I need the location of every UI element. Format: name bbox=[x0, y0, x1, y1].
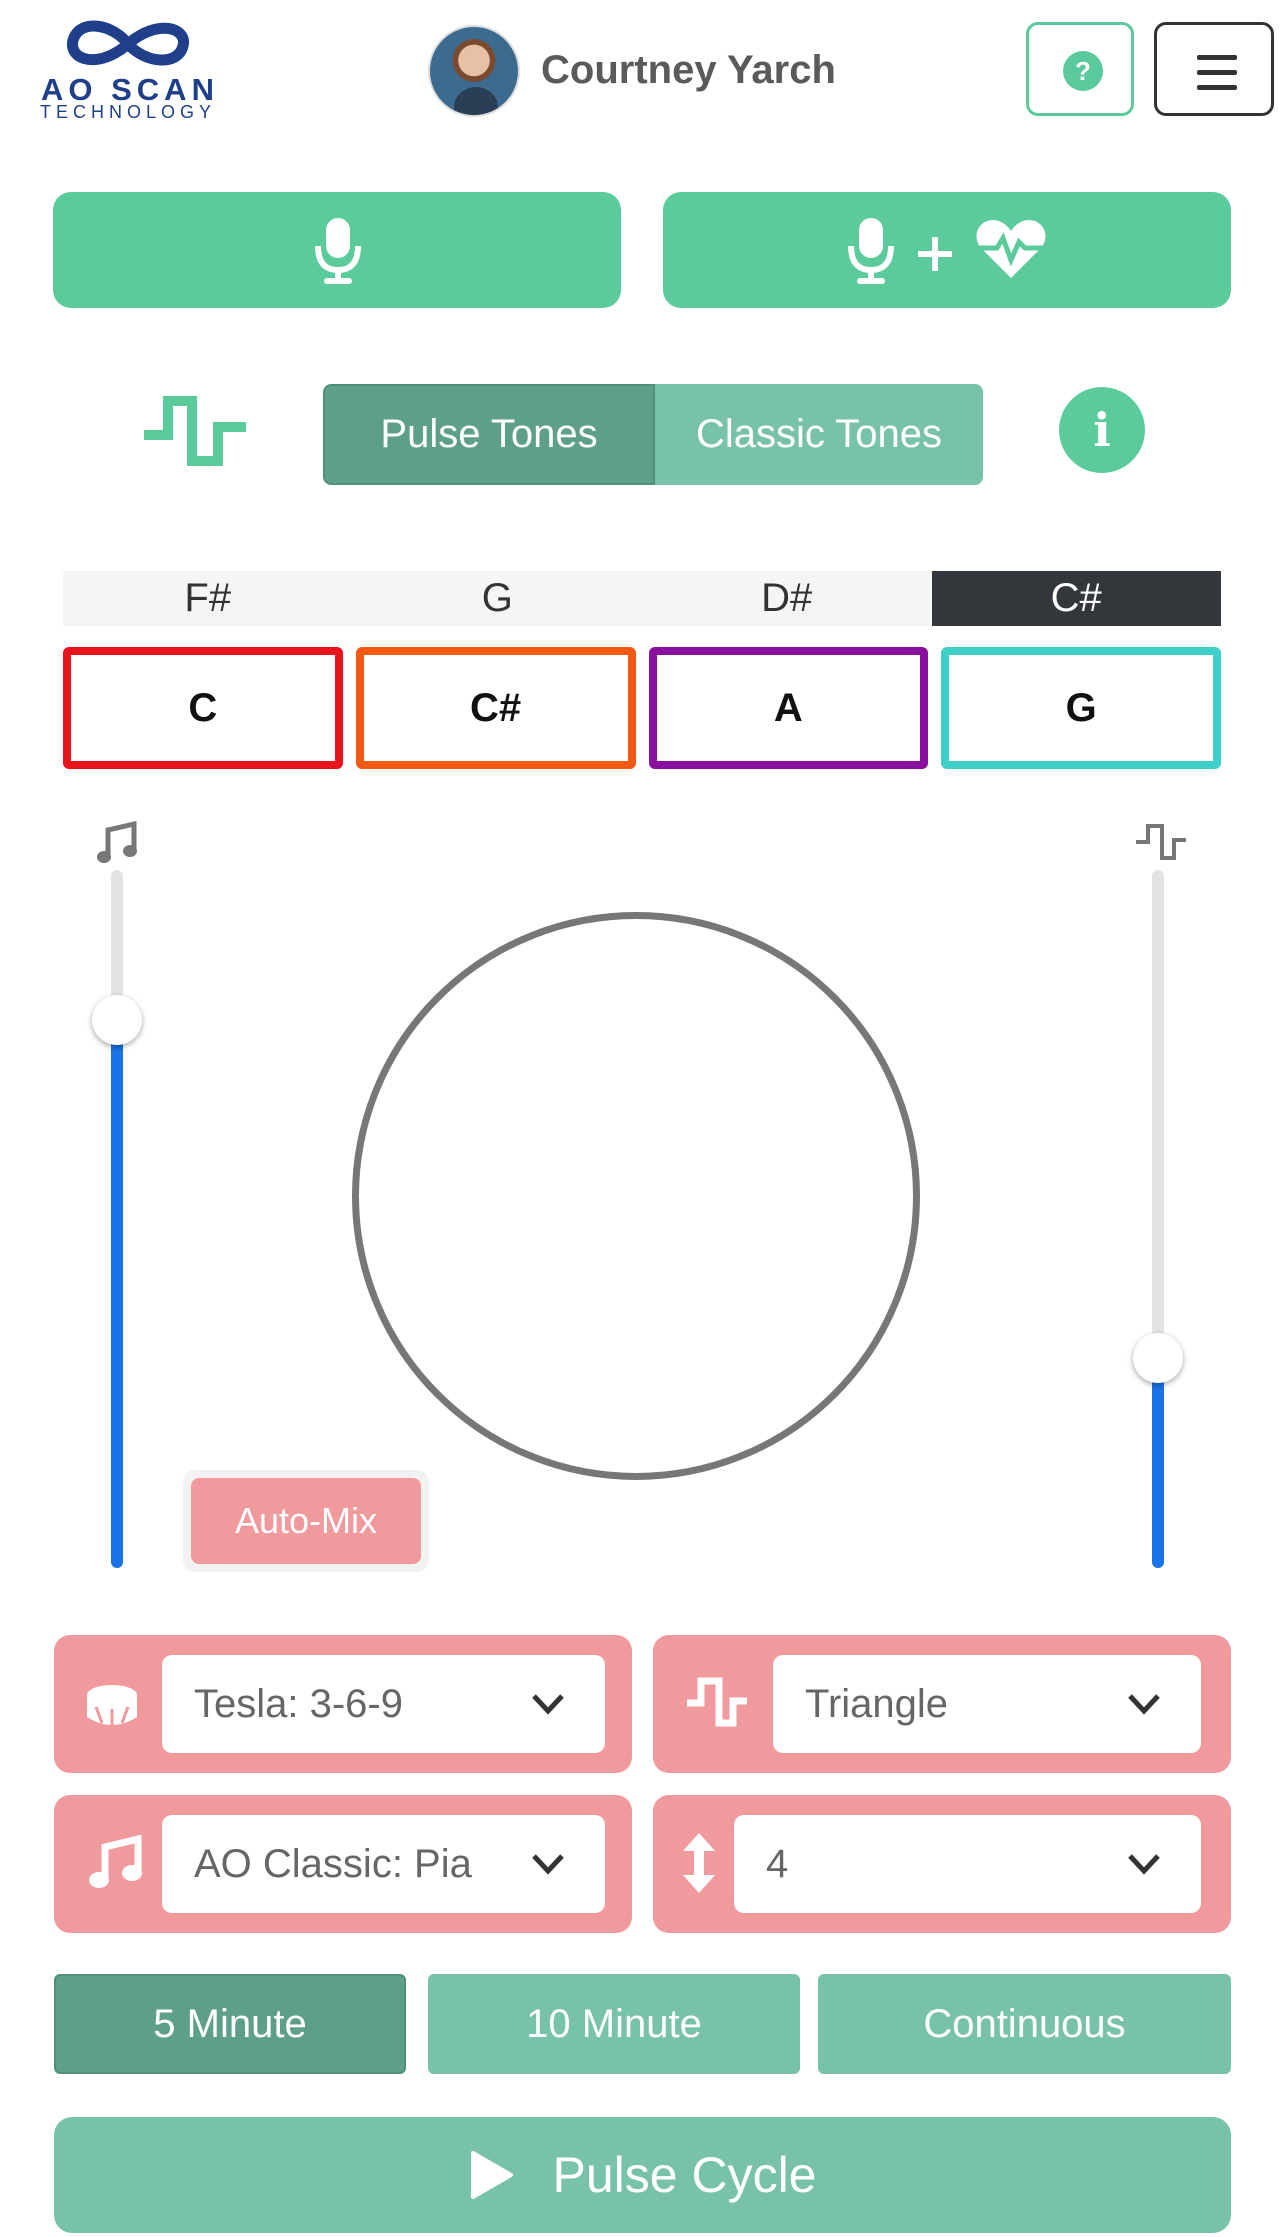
tab-classic-tones[interactable]: Classic Tones bbox=[655, 384, 983, 485]
intensity-dropdown-card: 4 bbox=[653, 1795, 1231, 1933]
pulse-volume-handle[interactable] bbox=[1133, 1333, 1183, 1383]
avatar[interactable] bbox=[428, 25, 520, 117]
key-box-g[interactable]: G bbox=[941, 647, 1221, 769]
tone-mode-toggle: Pulse Tones Classic Tones bbox=[323, 384, 983, 485]
duration-10-minute-button[interactable]: 10 Minute bbox=[428, 1974, 800, 2074]
key-header[interactable]: F# bbox=[63, 571, 353, 626]
rhythm-select-value: Tesla: 3-6-9 bbox=[194, 1682, 403, 1726]
square-wave-icon bbox=[687, 1677, 747, 1727]
pulse-cycle-button[interactable]: Pulse Cycle bbox=[54, 2117, 1231, 2233]
music-volume-fill bbox=[111, 1020, 123, 1568]
voice-and-heart-record-button[interactable] bbox=[663, 192, 1231, 308]
chevron-down-icon bbox=[1128, 1854, 1160, 1875]
visualizer-circle[interactable] bbox=[352, 912, 920, 1480]
waveform-dropdown-card: Triangle bbox=[653, 1635, 1231, 1773]
key-headers: F# G D# C# bbox=[63, 571, 1221, 626]
logo-subtext: TECHNOLOGY bbox=[40, 102, 217, 122]
intensity-select-value: 4 bbox=[766, 1842, 789, 1886]
key-header-active[interactable]: C# bbox=[931, 571, 1221, 626]
microphone-icon bbox=[315, 218, 361, 284]
chevron-down-icon bbox=[1128, 1694, 1160, 1715]
key-box-c[interactable]: C bbox=[63, 647, 343, 769]
user-name: Courtney Yarch bbox=[541, 48, 836, 92]
music-note-icon bbox=[89, 1835, 142, 1888]
instrument-dropdown-card: AO Classic: Pia bbox=[54, 1795, 632, 1933]
duration-5-minute-button[interactable]: 5 Minute bbox=[54, 1974, 406, 2074]
chevron-down-icon bbox=[532, 1694, 564, 1715]
pulse-cycle-label: Pulse Cycle bbox=[552, 2147, 817, 2203]
question-circle-icon: ? bbox=[1063, 51, 1103, 91]
music-volume-handle[interactable] bbox=[92, 995, 142, 1045]
music-volume-slider[interactable] bbox=[92, 870, 142, 1568]
rhythm-select[interactable]: Tesla: 3-6-9 bbox=[162, 1655, 605, 1753]
heart-pulse-icon bbox=[976, 220, 1046, 278]
infinity-logo-icon bbox=[67, 20, 189, 66]
instrument-select-value: AO Classic: Pia bbox=[194, 1842, 472, 1886]
vertical-arrows-icon bbox=[683, 1833, 715, 1893]
info-icon[interactable]: i bbox=[1059, 387, 1145, 473]
voice-record-button[interactable] bbox=[53, 192, 621, 308]
hamburger-menu-icon bbox=[1197, 55, 1237, 60]
rhythm-dropdown-card: Tesla: 3-6-9 bbox=[54, 1635, 632, 1773]
instrument-select[interactable]: AO Classic: Pia bbox=[162, 1815, 605, 1913]
waveform-select-value: Triangle bbox=[805, 1682, 949, 1726]
duration-continuous-button[interactable]: Continuous bbox=[818, 1974, 1231, 2074]
drum-icon bbox=[87, 1685, 137, 1727]
microphone-icon bbox=[848, 218, 894, 284]
intensity-select[interactable]: 4 bbox=[734, 1815, 1201, 1913]
play-icon bbox=[470, 2151, 513, 2199]
menu-button[interactable] bbox=[1154, 22, 1274, 116]
key-header[interactable]: D# bbox=[642, 571, 932, 626]
automix-label: Auto-Mix bbox=[191, 1478, 421, 1564]
waveform-select[interactable]: Triangle bbox=[773, 1655, 1201, 1753]
key-boxes: C C# A G bbox=[63, 647, 1221, 769]
square-wave-icon bbox=[1136, 824, 1186, 860]
automix-button[interactable]: Auto-Mix bbox=[183, 1470, 429, 1572]
pulse-volume-fill bbox=[1152, 1358, 1164, 1568]
music-note-icon bbox=[97, 820, 137, 863]
ao-scan-logo[interactable]: AO SCAN TECHNOLOGY bbox=[38, 14, 218, 124]
chevron-down-icon bbox=[532, 1854, 564, 1875]
key-box-a[interactable]: A bbox=[648, 647, 929, 769]
pulse-volume-slider[interactable] bbox=[1133, 870, 1183, 1568]
square-wave-icon bbox=[144, 396, 246, 466]
key-box-c-sharp[interactable]: C# bbox=[355, 647, 636, 769]
help-button[interactable]: ? bbox=[1026, 22, 1134, 116]
tab-pulse-tones[interactable]: Pulse Tones bbox=[323, 384, 655, 485]
key-header[interactable]: G bbox=[353, 571, 643, 626]
plus-icon bbox=[918, 237, 952, 271]
